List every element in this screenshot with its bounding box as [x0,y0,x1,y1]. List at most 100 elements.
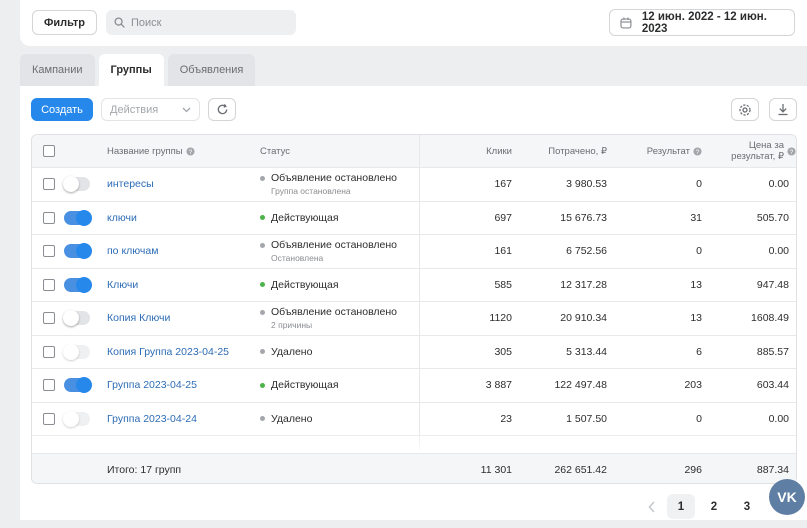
table-row[interactable]: Копия Ключи Объявление остановлено 2 причи… [32,302,796,336]
filter-button[interactable]: Фильтр [32,10,97,35]
table-row[interactable]: Ключи Действующая 585 12 317.28 13 947.48 [32,269,796,302]
status-dot [260,382,265,388]
page-2[interactable]: 2 [700,494,728,519]
column-clicks[interactable]: Клики [486,146,512,157]
tab-campaigns[interactable]: Кампании [20,54,95,86]
date-range-text: 12 июн. 2022 - 12 июн. 2023 [641,10,767,35]
status-subtext: Группа остановлена [271,186,351,197]
spent-value: 122 497.48 [554,379,607,392]
result-value: 13 [690,278,702,291]
row-checkbox[interactable] [43,245,55,258]
row-toggle[interactable] [64,276,92,293]
download-button[interactable] [769,98,797,121]
date-range-picker[interactable]: 12 июн. 2022 - 12 июн. 2023 [609,9,795,36]
tab-ads[interactable]: Объявления [167,54,256,86]
group-name-link[interactable]: Группа 2023-04-24 [107,413,197,425]
create-button[interactable]: Создать [31,98,93,121]
group-name-link[interactable]: по ключам [107,245,158,257]
status-text: Действующая [271,211,339,224]
help-icon: ? [693,146,702,155]
clicks-value: 167 [494,178,512,191]
spent-value: 20 910.34 [560,312,607,325]
cpr-value: 885.57 [756,345,789,358]
cpr-value: 1608.49 [751,312,789,325]
column-name[interactable]: Название группы [107,146,183,157]
column-divider [419,135,420,453]
clicks-value: 23 [500,412,512,425]
row-checkbox[interactable] [43,312,55,325]
page-1[interactable]: 1 [667,494,695,519]
calendar-icon [620,17,632,29]
status-dot [260,175,265,181]
cpr-value: 505.70 [756,211,789,224]
scroll-fade [32,435,796,453]
refresh-button[interactable] [208,98,236,121]
table-row[interactable]: Копия Группа 2023-04-25 Удалено 305 5 313.4… [32,336,796,369]
row-toggle[interactable] [64,209,92,226]
group-name-link[interactable]: ключи [107,212,137,224]
status-text: Действующая [271,278,339,291]
help-icon: ? [186,146,195,155]
row-toggle[interactable] [63,343,90,360]
group-name-link[interactable]: Копия Ключи [107,312,170,324]
page-3[interactable]: 3 [733,494,761,519]
result-value: 0 [696,178,702,191]
column-cpr[interactable]: Цена за результат, ₽ [731,140,784,162]
total-spent: 262 651.42 [554,463,607,476]
gear-icon [739,103,751,116]
table-row[interactable]: Группа 2023-04-24 Удалено 23 1 507.50 0 0.00 [32,403,796,436]
tab-bar: Кампании Группы Объявления [20,54,259,86]
status-subtext: 2 причины [271,320,313,331]
result-value: 6 [696,345,702,358]
actions-dropdown[interactable]: Действия [101,98,200,121]
column-spent[interactable]: Потрачено, ₽ [548,146,607,157]
cpr-value: 947.48 [756,278,789,291]
tab-groups[interactable]: Группы [98,54,164,86]
row-checkbox[interactable] [43,278,55,291]
svg-text:?: ? [696,148,700,155]
status-dot [260,242,265,248]
clicks-value: 161 [494,245,512,258]
result-value: 13 [690,312,702,325]
table-row[interactable]: интересы Объявление остановлено Группа ост… [32,168,796,202]
refresh-icon [217,103,227,115]
chevron-left-icon[interactable] [648,500,656,513]
row-toggle[interactable] [64,377,92,394]
row-toggle[interactable] [63,176,90,193]
clicks-value: 305 [494,345,512,358]
row-checkbox[interactable] [43,412,55,425]
table-row[interactable]: ключи Действующая 697 15 676.73 31 505.70 [32,202,796,235]
vk-logo[interactable]: VK [769,479,805,515]
group-name-link[interactable]: Группа 2023-04-25 [107,379,197,391]
total-clicks: 11 301 [480,463,512,476]
column-status[interactable]: Статус [260,146,290,157]
cpr-value: 603.44 [756,379,789,392]
settings-button[interactable] [731,98,759,121]
clicks-value: 697 [494,211,512,224]
select-all-checkbox[interactable] [43,145,55,157]
group-name-link[interactable]: Ключи [107,279,138,291]
table-row[interactable]: Группа 2023-04-25 Действующая 3 887 122 497… [32,369,796,403]
column-result[interactable]: Результат [647,146,690,157]
row-checkbox[interactable] [43,379,55,392]
status-dot [260,416,265,422]
cpr-value: 0.00 [768,412,789,425]
search-box[interactable] [106,10,296,35]
table-row[interactable]: по ключам Объявление остановлено Остановле… [32,235,796,269]
row-checkbox[interactable] [43,178,55,191]
status-text: Объявление остановлено [271,239,398,252]
row-toggle[interactable] [63,410,90,427]
svg-text:?: ? [790,148,794,155]
group-name-link[interactable]: интересы [107,178,154,190]
row-checkbox[interactable] [43,345,55,358]
search-input[interactable] [131,16,291,29]
row-checkbox[interactable] [43,211,55,224]
download-icon [778,104,788,116]
row-toggle[interactable] [63,310,90,327]
spent-value: 1 507.50 [566,412,607,425]
help-icon: ? [787,146,796,155]
status-text: Удалено [271,412,313,425]
actions-label: Действия [110,103,159,116]
row-toggle[interactable] [64,243,92,260]
group-name-link[interactable]: Копия Группа 2023-04-25 [107,346,229,358]
